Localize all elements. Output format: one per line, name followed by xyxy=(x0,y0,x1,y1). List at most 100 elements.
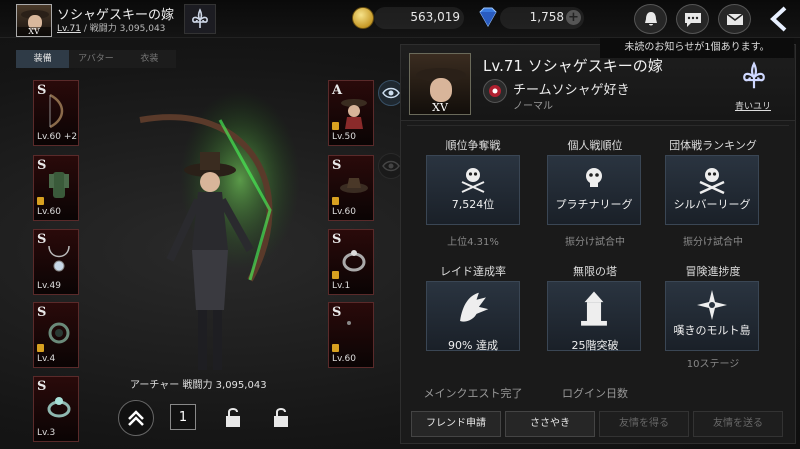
stat-title-raid: レイド達成率 xyxy=(440,265,506,278)
skull-icon xyxy=(586,168,602,187)
whisper-button[interactable]: ささやき xyxy=(505,411,595,437)
stat-card-rank-battle[interactable]: 7,524位 xyxy=(426,155,520,225)
equip-slot-earring-2[interactable]: S Lv.60 xyxy=(328,302,374,368)
skull-swords-icon xyxy=(461,168,485,193)
unread-notice: 未読のお知らせが1個あります。 xyxy=(600,38,794,58)
profile-name: Lv.71 ソシャゲスキーの嫁 xyxy=(483,57,663,75)
stat-card-team-ranking[interactable]: シルバーリーグ xyxy=(665,155,759,225)
double-chevron-up-icon xyxy=(128,410,144,426)
stat-value: 25階突破 xyxy=(571,339,619,352)
lock-icon xyxy=(332,344,339,352)
equip-slot-necklace[interactable]: S Lv.49 xyxy=(33,229,79,295)
tower-icon xyxy=(581,291,607,326)
character-class-power: アーチャー 戦闘力 3,095,043 xyxy=(130,380,267,391)
player-avatar[interactable]: XV xyxy=(16,4,52,37)
guild-tier: ノーマル xyxy=(513,101,553,112)
face-shape xyxy=(430,78,452,102)
stat-value: 嘆きのモルト島 xyxy=(673,324,751,337)
lock-icon xyxy=(332,122,339,130)
emblem-label[interactable]: 青いユリ xyxy=(723,99,783,112)
equip-slot-earring[interactable]: S Lv.4 xyxy=(33,302,79,368)
lock-icon xyxy=(332,197,339,205)
slot-level: Lv.60 xyxy=(332,207,356,217)
tab-equipment[interactable]: 装備 xyxy=(16,50,70,68)
hat-icon xyxy=(340,178,368,193)
guild-emblem-icon xyxy=(483,79,507,103)
preset-2-locked[interactable] xyxy=(218,402,248,432)
back-button[interactable] xyxy=(764,4,794,34)
equip-slot-ring[interactable]: S Lv.3 xyxy=(33,376,79,442)
chat-bubble-icon xyxy=(684,13,701,27)
stat-value: 7,524位 xyxy=(451,198,495,211)
tab-avatar[interactable]: アバター xyxy=(69,50,122,68)
eye-icon xyxy=(382,160,400,172)
lock-icon xyxy=(37,197,44,205)
costume-slot-head[interactable]: A Lv.50 xyxy=(328,80,374,146)
friend-request-button[interactable]: フレンド申請 xyxy=(411,411,501,437)
stat-title-tower: 無限の塔 xyxy=(573,265,617,278)
slot-level: Lv.3 xyxy=(37,428,56,438)
equip-slot-armor[interactable]: S Lv.60 xyxy=(33,155,79,221)
compass-icon xyxy=(697,290,727,320)
character-model xyxy=(139,90,300,370)
divider xyxy=(407,125,789,126)
preset-1-button[interactable]: 1 xyxy=(170,404,196,430)
ring-icon xyxy=(47,397,71,418)
earring-icon xyxy=(48,322,70,344)
eye-icon xyxy=(382,87,400,99)
slot-level: Lv.1 xyxy=(332,281,351,291)
send-friendship-button[interactable]: 友情を送る xyxy=(693,411,783,437)
armor-icon xyxy=(49,172,69,198)
crescent-earring-icon xyxy=(347,321,359,345)
costume-head-icon xyxy=(341,99,367,129)
slot-level: Lv.60 xyxy=(37,207,61,217)
equip-slot-hat[interactable]: S Lv.60 xyxy=(328,155,374,221)
gold-amount: 563,019 xyxy=(410,10,460,24)
notification-bell-button[interactable] xyxy=(634,4,667,34)
mail-icon xyxy=(726,13,743,25)
lock-icon xyxy=(332,271,339,279)
gem-amount: 1,758 xyxy=(529,10,564,24)
tab-costume[interactable]: 衣装 xyxy=(123,50,176,68)
unlock-icon xyxy=(274,408,288,427)
stat-value: シルバーリーグ xyxy=(673,198,751,211)
stat-title-adventure: 冒険進捗度 xyxy=(685,265,741,278)
fleur-de-lis-icon[interactable] xyxy=(184,4,216,34)
avatar-rank: XV xyxy=(17,27,51,36)
dragon-icon xyxy=(460,292,489,322)
player-power: / 戦闘力 3,095,043 xyxy=(83,24,166,34)
stat-title-rank-battle: 順位争奪戦 xyxy=(445,139,501,152)
chat-button[interactable] xyxy=(676,4,709,34)
preset-3-locked[interactable] xyxy=(266,402,296,432)
gem-icon xyxy=(479,7,497,28)
stat-title-personal-rank: 個人戦順位 xyxy=(567,139,623,152)
lock-icon xyxy=(37,344,44,352)
profile-avatar: XV xyxy=(409,53,471,115)
profile-screen: { "header": { "player_name": "ソシャゲスキーの嫁"… xyxy=(0,0,800,449)
slot-level: Lv.60 xyxy=(332,354,356,364)
stat-title-login-days: ログイン日数 xyxy=(562,387,628,400)
equip-slot-ring-2[interactable]: S Lv.1 xyxy=(328,229,374,295)
upgrade-button[interactable] xyxy=(118,400,154,436)
slot-level: Lv.49 xyxy=(37,281,61,291)
blue-lily-emblem-icon[interactable] xyxy=(737,59,771,93)
stat-title-main-quest: メインクエスト完了 xyxy=(423,387,523,400)
stat-value: 90% 達成 xyxy=(448,339,498,352)
player-level-power: Lv.71 / 戦闘力 3,095,043 xyxy=(57,21,165,34)
mail-button[interactable] xyxy=(718,4,751,34)
slot-level: Lv.60 +2 xyxy=(37,132,78,142)
get-friendship-button[interactable]: 友情を得る xyxy=(599,411,689,437)
stat-sub: 10ステージ xyxy=(686,359,740,370)
stat-card-personal-rank[interactable]: プラチナリーグ xyxy=(547,155,641,225)
equip-slot-bow[interactable]: S Lv.60 +2 xyxy=(33,80,79,146)
bell-icon xyxy=(644,12,657,26)
slot-level: Lv.4 xyxy=(37,354,56,364)
equipment-tabs: 装備 アバター 衣装 xyxy=(16,50,176,68)
add-gems-button[interactable]: + xyxy=(566,10,581,25)
stat-sub: 上位4.31% xyxy=(447,237,499,248)
stat-card-adventure[interactable]: 嘆きのモルト島 xyxy=(665,281,759,351)
player-level: Lv.71 xyxy=(57,24,81,34)
profile-panel: XV Lv.71 ソシャゲスキーの嫁 チームソシャゲ好き ノーマル 青いユリ 順… xyxy=(400,44,796,444)
guild-name: チームソシャゲ好き xyxy=(513,83,630,98)
necklace-icon xyxy=(48,245,70,272)
